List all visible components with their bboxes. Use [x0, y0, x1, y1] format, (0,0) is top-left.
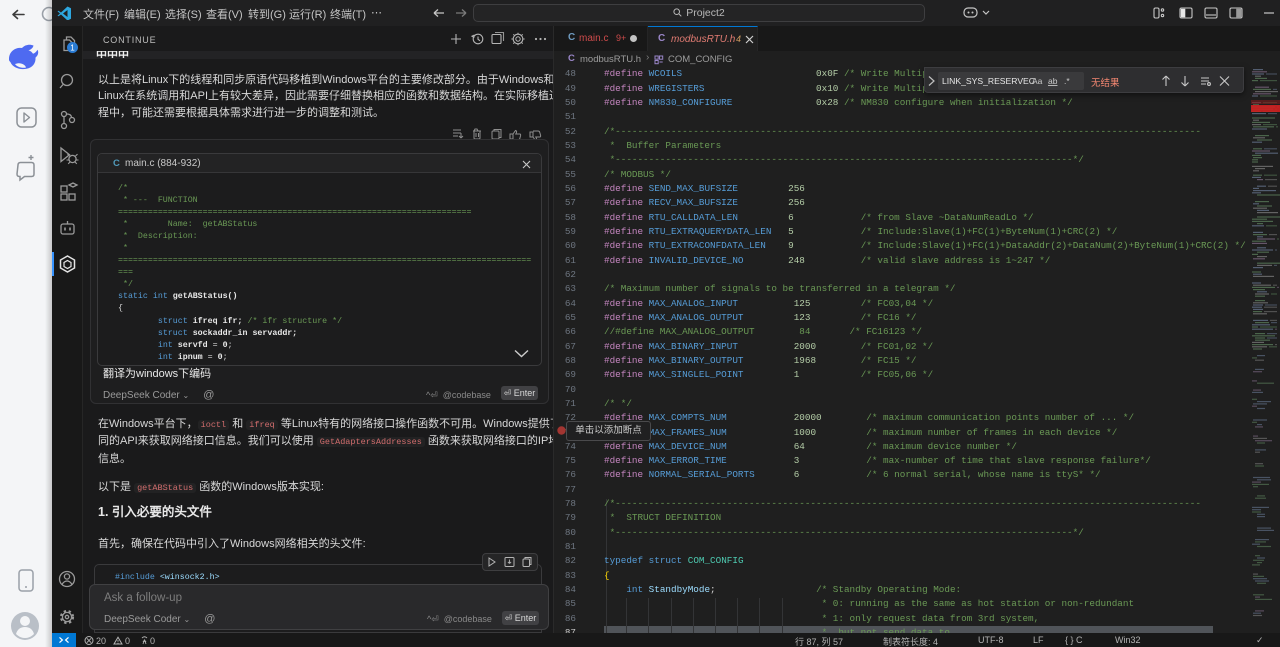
svg-text:ab: ab — [1048, 76, 1058, 86]
svg-text:0: 0 — [150, 636, 155, 646]
svg-text:20: 20 — [96, 636, 106, 646]
svg-text:Aa: Aa — [1032, 76, 1043, 86]
svg-text:.*: .* — [1064, 76, 1070, 86]
svg-text:0: 0 — [125, 636, 130, 646]
svg-text:1: 1 — [70, 44, 75, 53]
